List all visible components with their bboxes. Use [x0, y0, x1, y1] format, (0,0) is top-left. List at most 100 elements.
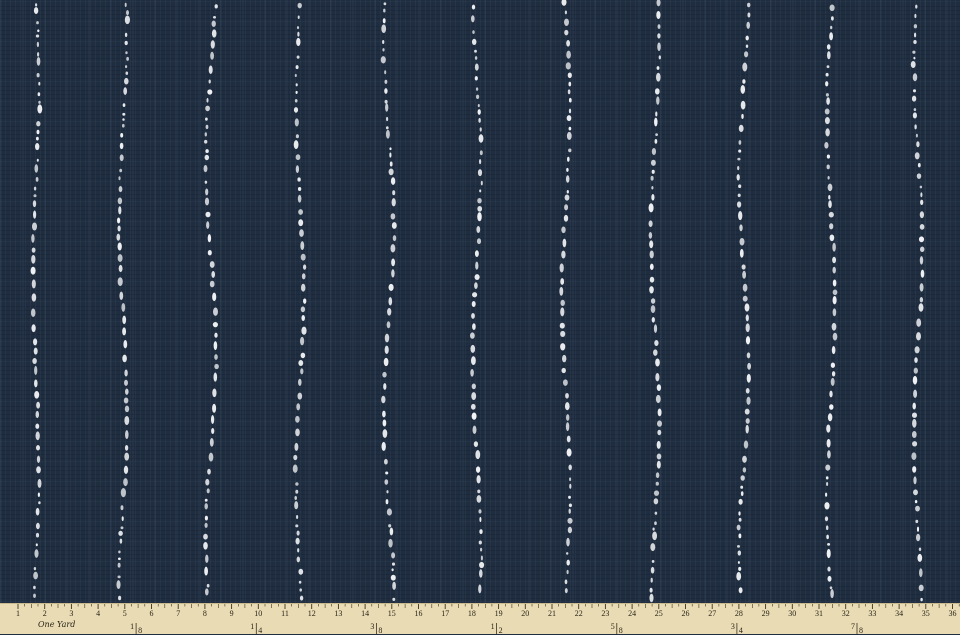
- stripe-dot: [562, 354, 567, 363]
- stripe-dot: [913, 56, 916, 60]
- stripe-dot: [741, 264, 746, 270]
- stripe-dot: [742, 283, 748, 292]
- stripe-8: [648, 0, 662, 603]
- stripe-dot: [383, 2, 387, 6]
- stripe-dot: [470, 344, 476, 353]
- stripe-dot: [648, 231, 653, 239]
- stripe-dot: [38, 100, 41, 104]
- stripe-dot: [650, 305, 656, 314]
- stripe-5: [380, 2, 397, 602]
- stripe-dot: [912, 375, 918, 385]
- stripe-dot: [477, 109, 481, 115]
- stripe-dot: [36, 73, 40, 78]
- stripe-dot: [916, 141, 920, 148]
- ruler-inch-label: 20: [521, 609, 529, 618]
- stripe-dot: [738, 566, 742, 571]
- stripe-dot: [478, 584, 482, 594]
- stripe-dot: [392, 581, 396, 590]
- stripe-dot: [739, 237, 745, 246]
- stripe-dot: [657, 429, 662, 436]
- stripe-dot: [117, 242, 122, 251]
- stripe-dot: [390, 177, 396, 185]
- stripe-dot: [295, 537, 300, 545]
- stripe-dot: [123, 87, 128, 95]
- stripe-dot: [390, 244, 396, 253]
- stripe-dot: [391, 258, 396, 267]
- stripe-dot: [825, 492, 828, 497]
- stripe-dot: [745, 388, 750, 394]
- stripe-dot: [122, 118, 125, 121]
- stripe-dot: [736, 572, 742, 581]
- stripe-dot: [738, 498, 743, 505]
- stripe-dot: [388, 283, 394, 291]
- stripe-dot: [831, 346, 836, 355]
- ruler-fraction-label: 18: [130, 622, 142, 635]
- stripe-dot: [742, 62, 748, 72]
- stripe-dot: [382, 371, 387, 378]
- stripe-dot: [827, 566, 831, 572]
- stripe-dot: [568, 508, 571, 514]
- stripe-dot: [389, 161, 393, 167]
- stripe-dot: [560, 343, 566, 351]
- stripe-dot: [295, 415, 300, 423]
- stripe-dot: [124, 379, 128, 386]
- stripe-dot: [30, 308, 36, 318]
- stripe-dot: [564, 402, 570, 411]
- stripe-dot: [913, 476, 917, 485]
- stripe-dot: [920, 269, 925, 278]
- stripe-dot: [832, 279, 837, 287]
- stripe-dot: [124, 445, 129, 451]
- stripe-dot: [657, 33, 661, 39]
- stripe-dot: [652, 531, 658, 541]
- stripe-dot: [476, 238, 482, 245]
- stripe-dot: [828, 194, 831, 200]
- stripe-dot: [472, 30, 475, 35]
- stripe-dot: [476, 475, 481, 484]
- stripe-dot: [653, 349, 658, 356]
- stripe-dot: [471, 356, 476, 366]
- stripe-dot: [655, 472, 660, 479]
- stripe-dot: [204, 132, 207, 137]
- svg-text:1: 1: [491, 622, 495, 631]
- stripe-dot: [386, 116, 389, 122]
- stripe-dot: [33, 593, 36, 598]
- stripe-dot: [124, 405, 130, 413]
- stripe-dot: [913, 24, 918, 29]
- stripe-dot: [119, 154, 124, 162]
- stripe-dot: [747, 362, 752, 370]
- fabric-photo: [0, 0, 960, 603]
- stripe-dot: [33, 7, 39, 15]
- stripe-dot: [655, 133, 658, 137]
- stripe-dot: [914, 357, 918, 363]
- stripe-dot: [124, 2, 127, 8]
- stripe-dot: [33, 566, 37, 571]
- stripe-dot: [120, 133, 124, 138]
- stripe-dot: [913, 489, 918, 496]
- stripe-dot: [295, 83, 298, 87]
- stripe-dot: [123, 478, 128, 487]
- ruler-inch-label: 33: [868, 609, 876, 618]
- stripe-dot: [652, 527, 655, 531]
- stripe-dot: [118, 264, 123, 273]
- stripe-dot: [742, 467, 747, 473]
- stripe-dot: [651, 559, 655, 563]
- stripe-dot: [912, 402, 916, 410]
- stripe-dot: [125, 65, 128, 69]
- stripe-dot: [208, 79, 211, 84]
- stripe-dot: [743, 440, 749, 449]
- ruler-inch-label: 31: [815, 609, 823, 618]
- stripe-dot: [37, 104, 43, 114]
- ruler-inch-label: 13: [334, 609, 342, 618]
- stripe-dot: [391, 222, 397, 229]
- stripe-dot: [651, 193, 655, 201]
- stripe-dot: [918, 547, 922, 552]
- ruler-inch-label: 10: [254, 609, 262, 618]
- stripe-dot: [471, 392, 477, 401]
- stripe-dot: [832, 308, 837, 317]
- ruler-inch-label: 8: [203, 609, 207, 618]
- stripe-dot: [293, 140, 299, 150]
- stripe-dot: [31, 254, 36, 264]
- stripe-dot: [562, 379, 568, 386]
- stripe-dot: [568, 108, 572, 114]
- stripe-dot: [824, 142, 829, 149]
